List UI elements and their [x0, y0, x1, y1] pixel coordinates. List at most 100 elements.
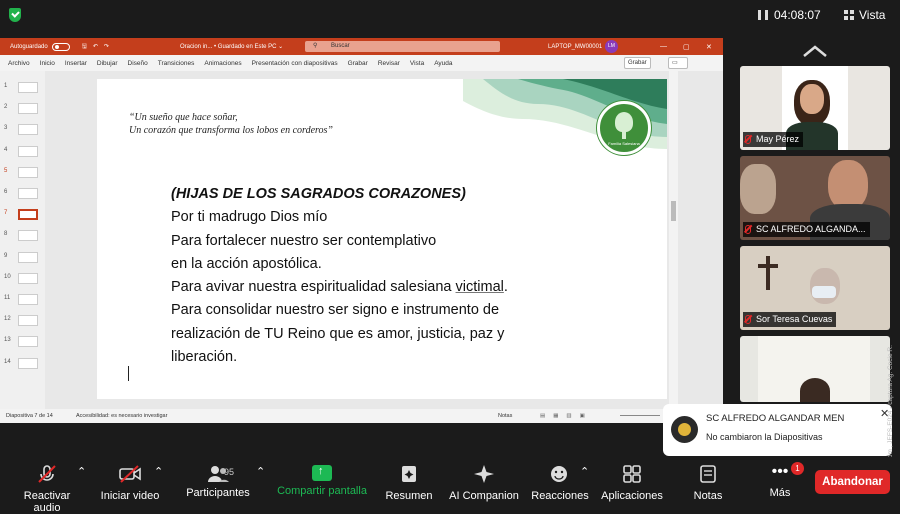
redo-icon[interactable]: ↷: [104, 43, 109, 50]
slide-thumbnail[interactable]: 14: [4, 357, 38, 369]
record-button[interactable]: Grabar: [624, 57, 651, 69]
status-slide-count: Diapositiva 7 de 14: [6, 413, 53, 419]
tree-icon: [615, 112, 633, 132]
ribbon-tab[interactable]: Animaciones: [204, 60, 241, 67]
video-off-icon: [119, 465, 141, 483]
slide-thumbnail[interactable]: 5: [4, 166, 38, 178]
summary-label: Resumen: [385, 490, 433, 502]
apps-button[interactable]: Aplicaciones: [600, 465, 664, 502]
ribbon-tab[interactable]: Transiciones: [158, 60, 195, 67]
share-screen-button[interactable]: ↑ Compartir pantalla: [276, 465, 368, 497]
participants-icon: 95: [198, 465, 238, 483]
slide-thumbnail[interactable]: 10: [4, 272, 38, 284]
view-mode-icons[interactable]: ▤▦▥▣: [540, 413, 630, 419]
participants-options-chevron-icon[interactable]: ⌃: [256, 465, 265, 478]
autosave-toggle[interactable]: [51, 42, 70, 51]
share-ribbon-button[interactable]: ▭: [668, 57, 688, 69]
chat-notification[interactable]: SC ALFREDO ALGANDAR MEN No cambiaron la …: [663, 404, 892, 456]
audio-options-chevron-icon[interactable]: ⌃: [77, 465, 86, 478]
slide-thumbnails-panel: 1 2 3 4 5 6 7 8 9 10 11 12 13 14: [0, 71, 45, 409]
slide-line-text: .: [503, 279, 508, 296]
summary-icon: [402, 466, 416, 482]
unmute-button[interactable]: Reactivar audio: [10, 465, 84, 514]
meeting-timer[interactable]: 04:08:07: [750, 5, 829, 25]
maximize-icon[interactable]: ▢: [683, 43, 690, 51]
notes-button[interactable]: Notas: [498, 413, 512, 419]
participant-tile[interactable]: May Pérez: [740, 66, 890, 150]
participant-name-tag: SC ALFREDO ALGANDA...: [743, 222, 870, 237]
slide-thumbnail[interactable]: 6: [4, 188, 38, 199]
save-icon[interactable]: 🖫: [82, 42, 87, 52]
slide-line-text: Para avivar nuestra espiritualidad sales…: [171, 279, 456, 296]
meeting-top-bar: 04:08:07 Vista: [0, 0, 900, 30]
slide-line: Para avivar nuestra espiritualidad sales…: [171, 276, 508, 299]
timer-value: 04:08:07: [774, 8, 821, 22]
minimize-icon[interactable]: —: [660, 43, 667, 50]
slide-thumbnail[interactable]: 2: [4, 103, 38, 115]
slide-thumbnail[interactable]: 1: [4, 82, 38, 93]
account-avatar[interactable]: LM: [605, 40, 618, 53]
close-window-icon[interactable]: ✕: [706, 43, 712, 51]
ribbon-tab[interactable]: Inicio: [40, 60, 55, 67]
scrollbar-thumb[interactable]: [671, 201, 676, 221]
undo-icon[interactable]: ↶: [93, 43, 98, 50]
thumbnail-preview: [18, 272, 38, 284]
summary-button[interactable]: Resumen: [384, 465, 434, 502]
notes-toolbar-button[interactable]: Notas: [688, 465, 728, 502]
ribbon-tab[interactable]: Presentación con diapositivas: [252, 60, 338, 67]
slide-line: Para fortalecer nuestro ser contemplativ…: [171, 232, 437, 249]
status-accessibility[interactable]: Accesibilidad: es necesario investigar: [76, 413, 167, 419]
ribbon-tab[interactable]: Vista: [410, 60, 424, 67]
ribbon-tab[interactable]: Insertar: [65, 60, 87, 67]
view-button[interactable]: Vista: [844, 5, 885, 25]
zoom-slider[interactable]: [620, 415, 660, 416]
logo-text: Familia Salesiana: [608, 141, 640, 146]
autosave-label: Autoguardado: [10, 43, 48, 50]
video-options-chevron-icon[interactable]: ⌃: [154, 465, 163, 478]
current-slide[interactable]: Familia Salesiana “Un sueño que hace soñ…: [97, 79, 667, 399]
ai-companion-label: AI Companion: [449, 490, 519, 502]
participants-button[interactable]: 95 Participantes: [185, 465, 251, 499]
slide-thumbnail[interactable]: 3: [4, 124, 38, 136]
ai-companion-button[interactable]: AI Companion: [448, 465, 520, 502]
ribbon-tab[interactable]: Grabar: [348, 60, 368, 67]
participant-face: [800, 84, 824, 114]
participant-tile[interactable]: SC ALFREDO ALGANDA...: [740, 156, 890, 240]
slide-line: Para consolidar nuestro ser signo e inst…: [171, 302, 500, 319]
slide-scrollbar[interactable]: [669, 71, 678, 409]
slide-thumbnail[interactable]: 7: [4, 209, 38, 221]
slide-number: 1: [4, 83, 8, 89]
slide-number: 9: [4, 252, 8, 259]
salesian-family-logo: Familia Salesiana: [597, 101, 651, 155]
pause-icon: [758, 10, 768, 20]
chevron-up-icon[interactable]: [802, 44, 828, 58]
slide-thumbnail[interactable]: 9: [4, 251, 38, 263]
slide-thumbnail[interactable]: 11: [4, 294, 38, 305]
ribbon-tab[interactable]: Diseño: [128, 60, 148, 67]
ribbon-tab[interactable]: Archivo: [8, 60, 30, 67]
start-video-button[interactable]: Iniciar video: [98, 465, 162, 502]
reactions-options-chevron-icon[interactable]: ⌃: [580, 465, 589, 478]
ppt-search-box[interactable]: ⚲ Buscar: [305, 41, 500, 52]
ribbon-tab[interactable]: Revisar: [378, 60, 400, 67]
slide-thumbnail[interactable]: 13: [4, 336, 38, 348]
participant-tile[interactable]: Sor Teresa Cuevas: [740, 246, 890, 330]
slide-number: 3: [4, 125, 8, 132]
slide-thumbnail[interactable]: 4: [4, 145, 38, 157]
slide-number: 14: [4, 358, 11, 365]
document-title[interactable]: Oracion in... • Guardado en Este PC ⌄: [180, 43, 283, 50]
slide-thumbnail[interactable]: 12: [4, 315, 38, 327]
account-name[interactable]: LAPTOP_MW00001: [548, 44, 602, 50]
slide-quote: “Un sueño que hace soñar, Un corazón que…: [129, 111, 333, 137]
ribbon-tab[interactable]: Dibujar: [97, 60, 118, 67]
participant-name: Sor Teresa Cuevas: [756, 314, 833, 324]
participant-tile[interactable]: [740, 336, 890, 402]
thumbnail-preview: [18, 336, 38, 348]
ribbon-tab[interactable]: Ayuda: [434, 60, 452, 67]
notes-label: Notas: [693, 490, 723, 502]
encryption-shield-icon[interactable]: [9, 8, 21, 22]
thumbnail-preview: [18, 357, 38, 369]
leave-meeting-button[interactable]: Abandonar: [815, 470, 890, 494]
grid-icon: [844, 10, 854, 20]
slide-thumbnail[interactable]: 8: [4, 230, 38, 242]
